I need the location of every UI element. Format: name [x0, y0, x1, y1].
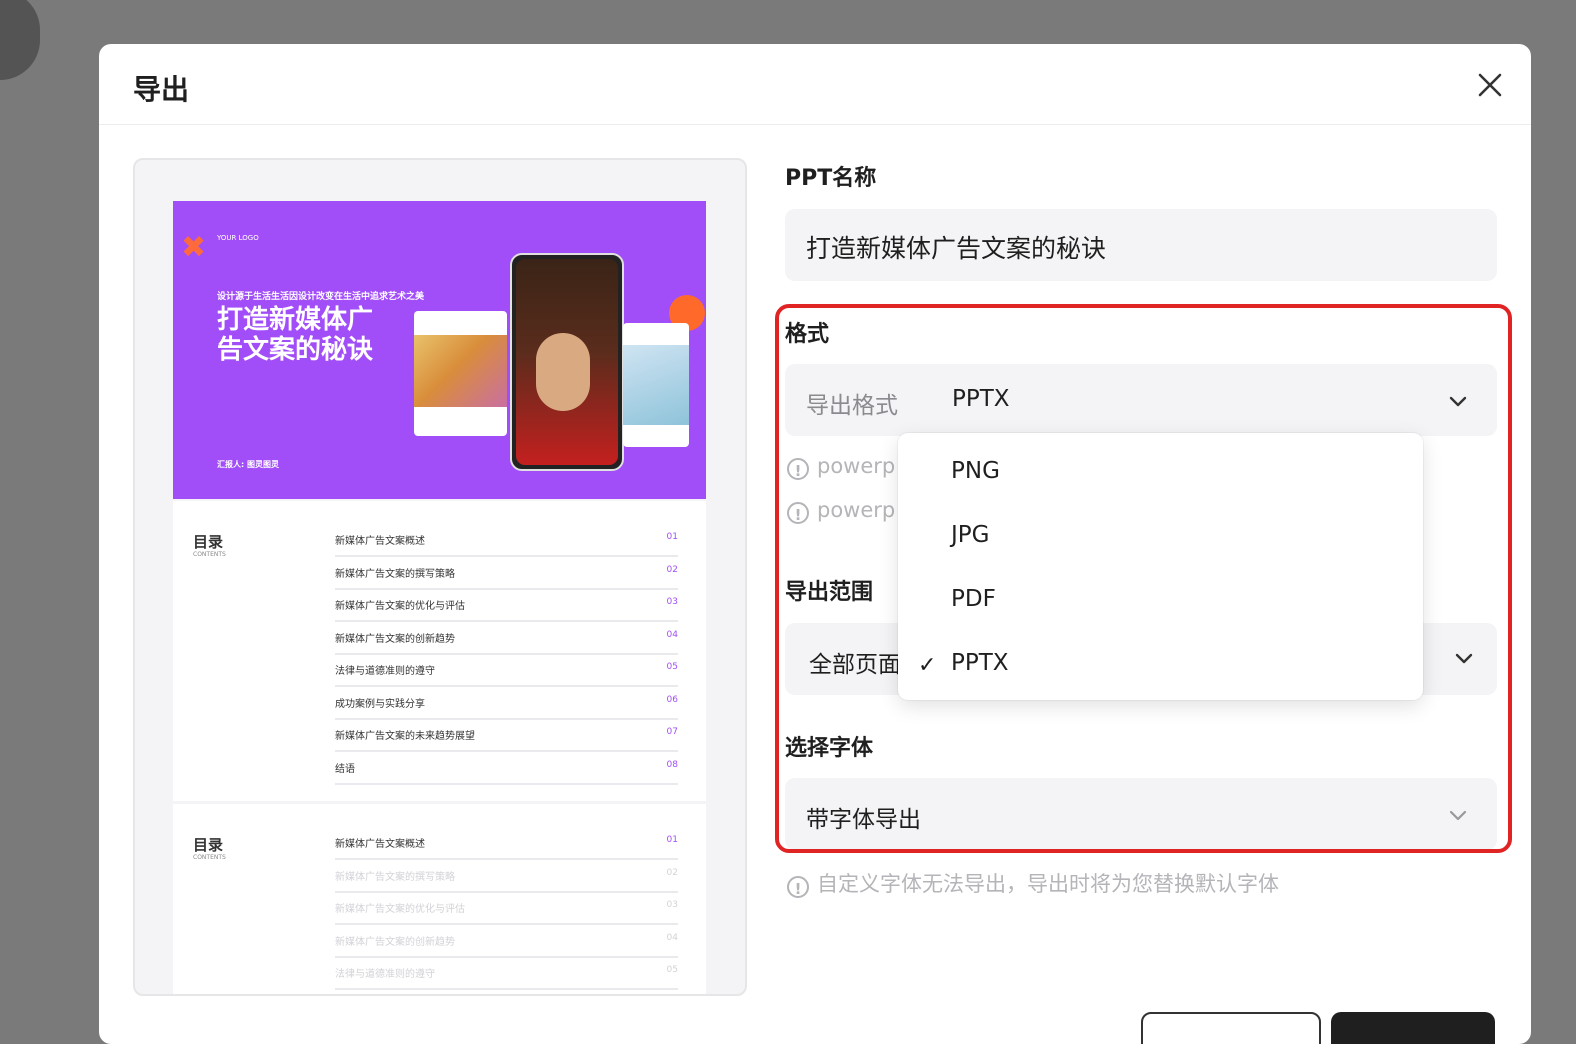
- ppt-name-label: PPT名称: [785, 166, 877, 191]
- format-option-pdf[interactable]: PDF: [898, 569, 1423, 629]
- toc-row: 成功案例与实践分享 06: [335, 686, 678, 720]
- backdrop-blur: [0, 0, 40, 80]
- logo-text: YOUR LOGO: [217, 234, 259, 242]
- toc-row-number: 07: [666, 727, 678, 737]
- toc-row-number: 03: [666, 597, 678, 607]
- toc-row-number: 01: [666, 835, 678, 845]
- toc-row: 新媒体广告文案的创新趋势 04: [335, 924, 678, 958]
- slide-title: 打造新媒体广告文案的秘诀: [217, 305, 374, 365]
- slide-presenter: 汇报人: 图灵图灵: [217, 460, 279, 469]
- toc-row-label: 法律与道德准则的遵守: [335, 666, 435, 677]
- toc-row: 新媒体广告文案的优化与评估 03: [335, 588, 678, 622]
- slide-preview-panel[interactable]: ✖ YOUR LOGO 设计源于生活生活因设计改变在生活中追求艺术之美 打造新媒…: [133, 158, 747, 996]
- ppt-name-value: 打造新媒体广告文案的秘诀: [806, 234, 1107, 263]
- toc-row: 新媒体广告文案的优化与评估 03: [335, 891, 678, 925]
- format-option-label: PNG: [951, 458, 1000, 484]
- toc-row: 法律与道德准则的遵守 05: [335, 956, 678, 990]
- toc-row: 新媒体广告文案概述 01: [335, 826, 678, 860]
- logo-mark-icon: ✖: [181, 230, 207, 265]
- slide-subtitle: 设计源于生活生活因设计改变在生活中追求艺术之美: [217, 292, 425, 302]
- font-hint: ! 自定义字体无法导出，导出时将为您替换默认字体: [787, 868, 1279, 898]
- toc-row-label: 法律与道德准则的遵守: [335, 969, 435, 980]
- toc-row: 新媒体广告文案概述 01: [335, 523, 678, 557]
- toc-row-number: 05: [666, 662, 678, 672]
- phone-mockup: [510, 253, 624, 471]
- toc-subtitle: CONTENTS: [193, 854, 226, 861]
- toc-row: 新媒体广告文案的未来趋势展望 07: [335, 718, 678, 752]
- toc-row-number: 05: [666, 965, 678, 975]
- dialog-title: 导出: [133, 73, 190, 106]
- toc-row-number: 04: [666, 932, 678, 943]
- export-dialog: 导出 ✖ YOUR LOGO 设计源于生活生活因设计改变在生活中追求艺术之美 打…: [99, 44, 1531, 1044]
- format-option-label: PDF: [951, 586, 996, 612]
- toc-row-label: 新媒体广告文案的创新趋势: [335, 633, 455, 645]
- format-option-pptx[interactable]: ✓ PPTX: [898, 633, 1423, 693]
- toc-row: 新媒体广告文案的创新趋势 04: [335, 621, 678, 655]
- toc-row-label: 结语: [335, 763, 355, 775]
- cancel-button[interactable]: [1141, 1012, 1321, 1044]
- close-icon[interactable]: [1475, 70, 1505, 100]
- toc-title: 目录: [193, 533, 224, 551]
- toc-title: 目录: [193, 836, 224, 854]
- toc-row-label: 新媒体广告文案概述: [335, 536, 425, 547]
- format-dropdown-menu: PNG JPG PDF ✓ PPTX: [898, 433, 1423, 700]
- info-icon: !: [787, 876, 809, 898]
- confirm-export-button[interactable]: [1331, 1012, 1495, 1044]
- dialog-header: 导出: [99, 44, 1531, 125]
- toc-row-label: 新媒体广告文案的创新趋势: [335, 936, 455, 948]
- toc-row: 法律与道德准则的遵守 05: [335, 653, 678, 687]
- toc-row-label: 新媒体广告文案的优化与评估: [335, 904, 465, 915]
- slide-thumbnail-toc: 目录 CONTENTS 新媒体广告文案概述 01 新媒体广告文案的撰写策略 02 新媒体…: [173, 501, 706, 801]
- checkmark-icon: ✓: [918, 653, 937, 678]
- toc-row-number: 08: [666, 759, 678, 770]
- toc-row-number: 01: [666, 532, 678, 542]
- social-post-card: [414, 311, 507, 436]
- toc-row-label: 新媒体广告文案的优化与评估: [335, 601, 465, 612]
- toc-row: 新媒体广告文案的撰写策略 02: [335, 859, 678, 893]
- format-option-jpg[interactable]: JPG: [898, 505, 1423, 565]
- slide-thumbnail-toc-2: 目录 CONTENTS 新媒体广告文案概述 01 新媒体广告文案的撰写策略 02 新媒体…: [173, 804, 706, 994]
- toc-row-label: 新媒体广告文案的撰写策略: [335, 871, 455, 883]
- toc-row-number: 04: [666, 629, 678, 640]
- toc-row-label: 新媒体广告文案的未来趋势展望: [335, 731, 475, 742]
- toc-row-number: 02: [666, 564, 678, 575]
- toc-subtitle: CONTENTS: [193, 551, 226, 558]
- toc-row-number: 03: [666, 900, 678, 910]
- slide-thumbnail-cover: ✖ YOUR LOGO 设计源于生活生活因设计改变在生活中追求艺术之美 打造新媒…: [173, 201, 706, 499]
- toc-row-number: 06: [666, 694, 678, 705]
- toc-row: 新媒体广告文案的撰写策略 02: [335, 556, 678, 590]
- toc-row-label: 新媒体广告文案的撰写策略: [335, 568, 455, 580]
- toc-row: 结语 08: [335, 751, 678, 785]
- toc-row-label: 新媒体广告文案概述: [335, 839, 425, 850]
- toc-row-number: 02: [666, 867, 678, 878]
- toc-row-label: 成功案例与实践分享: [335, 698, 425, 710]
- social-post-card-right: [623, 323, 689, 447]
- format-option-label: PPTX: [951, 650, 1009, 676]
- ppt-name-input[interactable]: 打造新媒体广告文案的秘诀: [785, 209, 1497, 281]
- format-option-png[interactable]: PNG: [898, 441, 1423, 501]
- format-option-label: JPG: [951, 522, 990, 548]
